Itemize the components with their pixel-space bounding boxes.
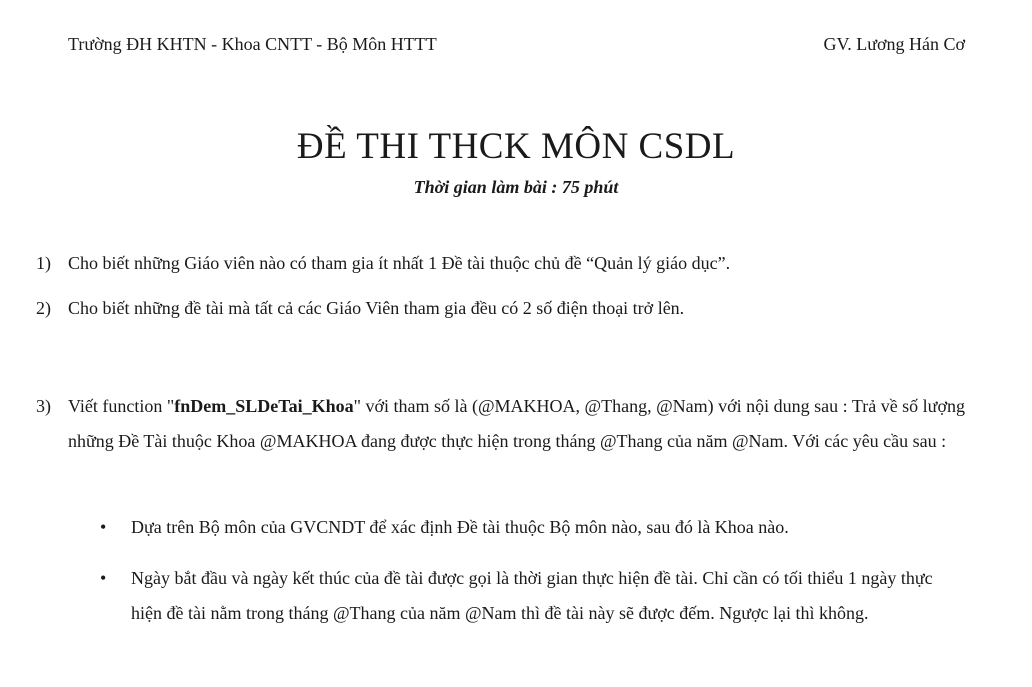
bullet-icon: •	[100, 517, 107, 537]
header-teacher-name: GV. Lương Hán Cơ	[823, 34, 965, 54]
question-number: 1)	[36, 253, 51, 273]
requirement-text: Dựa trên Bộ môn của GVCNDT để xác định Đ…	[131, 517, 789, 537]
question-text: Cho biết những đề tài mà tất cả các Giáo…	[68, 298, 685, 318]
question-number: 2)	[36, 298, 51, 318]
exam-duration: Thời gian làm bài : 75 phút	[413, 177, 619, 197]
function-name: fnDem_SLDeTai_Khoa	[174, 396, 354, 416]
question-text-start: Viết function "	[68, 396, 175, 416]
requirement-text: Ngày bắt đầu và ngày kết thúc của đề tài…	[131, 568, 933, 623]
header-school-name: Trường ĐH KHTN - Khoa CNTT - Bộ Môn HTTT	[68, 34, 437, 54]
question-text: Cho biết những Giáo viên nào có tham gia…	[68, 253, 731, 273]
bullet-icon: •	[100, 568, 107, 588]
question-text: Viết function "fnDem_SLDeTai_Khoa" với t…	[68, 389, 988, 459]
exam-title: ĐỀ THI THCK MÔN CSDL	[296, 126, 736, 167]
question-number: 3)	[36, 396, 51, 416]
